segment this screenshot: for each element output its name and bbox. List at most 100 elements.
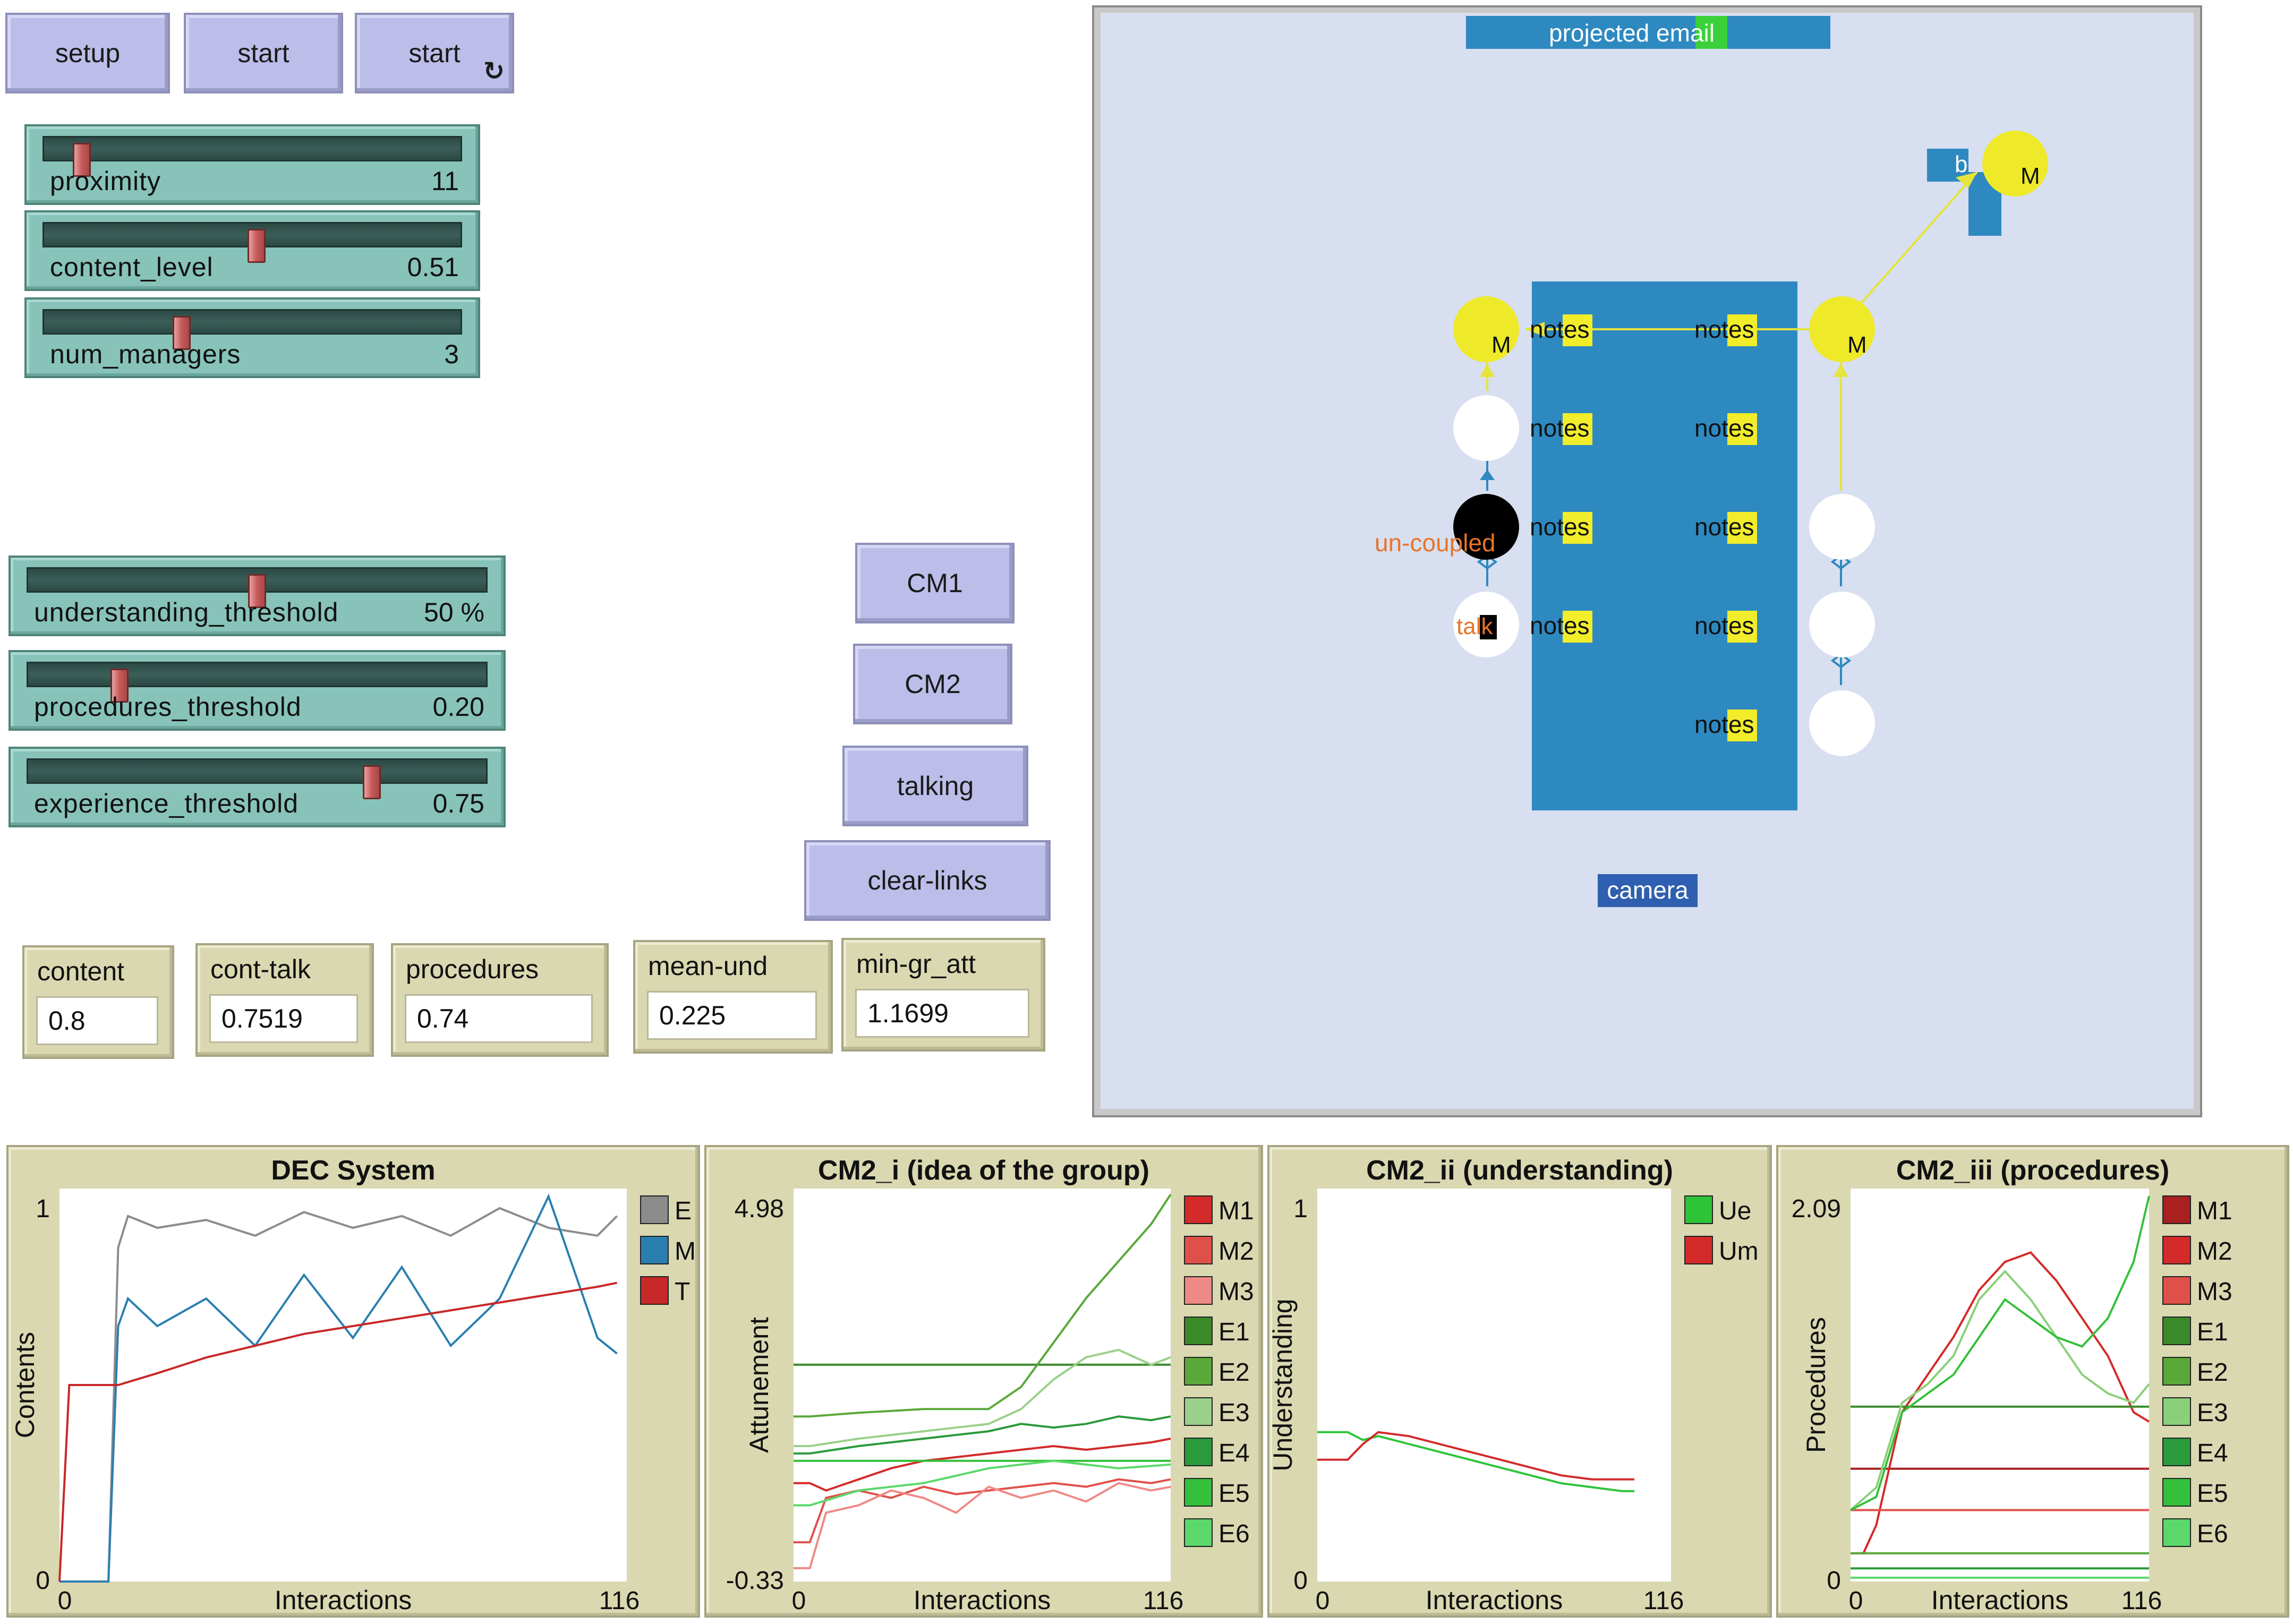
note-label: notes xyxy=(1530,513,1590,541)
x-tick-label: 116 xyxy=(2121,1587,2162,1615)
note-label: notes xyxy=(1694,315,1754,343)
monitor-label: mean-und xyxy=(648,951,768,981)
talking-button[interactable]: talking xyxy=(842,746,1028,826)
legend-swatch xyxy=(1184,1276,1213,1305)
slider-track[interactable] xyxy=(27,758,488,799)
legend-label: E4 xyxy=(1218,1439,1250,1467)
y-tick-label: 1 xyxy=(1293,1195,1308,1223)
legend-label: M1 xyxy=(2197,1197,2232,1225)
plot-canvas: 0 2.09 0 116 Interactions Procedures M1 M2 M3 E1 E… xyxy=(1792,1189,2232,1615)
y-axis-label: Understanding xyxy=(1269,1298,1298,1471)
setup-button-label: setup xyxy=(55,38,121,68)
start-forever-button[interactable]: start ↻ xyxy=(355,13,514,93)
slider-label: content_level xyxy=(50,252,214,282)
legend-swatch xyxy=(640,1236,669,1264)
legend-swatch xyxy=(640,1276,669,1305)
legend-label: M xyxy=(675,1237,696,1266)
legend-swatch xyxy=(2162,1195,2191,1224)
y-tick-label: 4.98 xyxy=(735,1195,784,1223)
cm2-button-label: CM2 xyxy=(905,669,961,699)
uncoupled-label: un-coupled xyxy=(1375,529,1496,557)
slider-track[interactable] xyxy=(42,309,462,350)
slider-thumb[interactable] xyxy=(247,229,266,263)
cm2-ii-plot: CM2_ii (understanding) 0 1 0 116 Interaction… xyxy=(1267,1145,1772,1618)
slider-label: procedures_threshold xyxy=(34,692,302,722)
legend-swatch xyxy=(2162,1357,2191,1386)
legend-label: Um xyxy=(1719,1237,1759,1266)
legend-label: E2 xyxy=(2197,1358,2228,1387)
legend-label: E4 xyxy=(2197,1439,2228,1467)
note-label: notes xyxy=(1694,612,1754,639)
b-label: b xyxy=(1955,151,1967,177)
plot-area xyxy=(59,1189,627,1582)
setup-button[interactable]: setup xyxy=(5,13,170,93)
start-button-label: start xyxy=(237,38,289,68)
note-label: notes xyxy=(1530,414,1590,442)
monitor-label: cont-talk xyxy=(210,954,311,984)
manager-label: M xyxy=(2021,163,2040,189)
legend-label: E3 xyxy=(2197,1399,2228,1427)
legend-label: E5 xyxy=(2197,1480,2228,1508)
projected-email-label: projected email xyxy=(1549,19,1715,47)
legend-label: M2 xyxy=(1218,1237,1254,1266)
employee-agent[interactable] xyxy=(1809,494,1875,560)
slider-track[interactable] xyxy=(27,567,488,608)
y-tick-label: 0 xyxy=(36,1567,50,1595)
x-tick-label: 116 xyxy=(1143,1587,1184,1615)
plot-area xyxy=(794,1189,1171,1582)
slider-value: 50 % xyxy=(424,597,484,627)
legend-label: E1 xyxy=(2197,1318,2228,1346)
employee-agent[interactable] xyxy=(1809,690,1875,756)
world-canvas: projected email b M M M un-coupled talk … xyxy=(1375,16,2048,907)
note-label: notes xyxy=(1694,513,1754,541)
world-view[interactable]: projected email b M M M un-coupled talk … xyxy=(1101,13,2194,1109)
slider-value: 0.75 xyxy=(432,789,484,818)
slider-label: understanding_threshold xyxy=(34,597,339,627)
legend-swatch xyxy=(1184,1438,1213,1466)
x-axis-label: Interactions xyxy=(1931,1585,2068,1615)
legend-label: M2 xyxy=(2197,1237,2232,1266)
note-label: notes xyxy=(1694,414,1754,442)
start-forever-button-label: start xyxy=(408,38,461,68)
employee-agent[interactable] xyxy=(1809,592,1875,657)
slider-track[interactable] xyxy=(27,662,488,703)
legend-swatch xyxy=(2162,1236,2191,1264)
cm1-button[interactable]: CM1 xyxy=(855,543,1015,623)
understanding-threshold-slider[interactable]: understanding_threshold 50 % xyxy=(8,555,506,636)
x-axis-label: Interactions xyxy=(275,1585,412,1615)
meeting-table xyxy=(1532,281,1797,810)
monitor-value: 0.225 xyxy=(647,991,817,1040)
cm1-button-label: CM1 xyxy=(907,568,963,598)
experience-threshold-slider[interactable]: experience_threshold 0.75 xyxy=(8,747,506,827)
clear-links-button-label: clear-links xyxy=(867,866,987,895)
monitor-label: content xyxy=(37,956,125,986)
slider-track[interactable] xyxy=(42,222,462,263)
cm2-button[interactable]: CM2 xyxy=(853,644,1012,724)
y-axis-label: Contents xyxy=(10,1332,40,1438)
proximity-slider[interactable]: proximity 11 xyxy=(24,124,480,205)
start-button[interactable]: start xyxy=(184,13,343,93)
legend-swatch xyxy=(1184,1518,1213,1547)
plot-area xyxy=(1851,1189,2149,1582)
link-arrowhead xyxy=(1480,363,1495,377)
y-tick-label: 0 xyxy=(1293,1567,1308,1595)
num-managers-slider[interactable]: num_managers 3 xyxy=(24,297,480,378)
talking-button-label: talking xyxy=(897,771,974,801)
content-level-slider[interactable]: content_level 0.51 xyxy=(24,210,480,291)
monitor-value: 0.8 xyxy=(36,996,158,1045)
y-tick-label: 2.09 xyxy=(1792,1195,1841,1223)
slider-thumb[interactable] xyxy=(362,765,381,799)
slider-track[interactable] xyxy=(42,136,462,177)
camera-label: camera xyxy=(1607,876,1689,904)
legend-swatch xyxy=(2162,1478,2191,1507)
monitor-label: procedures xyxy=(406,954,539,984)
clear-links-button[interactable]: clear-links xyxy=(804,840,1051,921)
procedures-threshold-slider[interactable]: procedures_threshold 0.20 xyxy=(8,650,506,731)
plot-canvas: -0.33 4.98 0 116 Interactions Attunement M1 M2 M… xyxy=(726,1189,1254,1615)
legend-label: M1 xyxy=(1218,1197,1254,1225)
legend-swatch xyxy=(1184,1397,1213,1426)
legend-swatch xyxy=(1184,1478,1213,1507)
note-label: notes xyxy=(1530,315,1590,343)
employee-agent[interactable] xyxy=(1453,395,1519,461)
slider-value: 0.51 xyxy=(407,252,459,282)
